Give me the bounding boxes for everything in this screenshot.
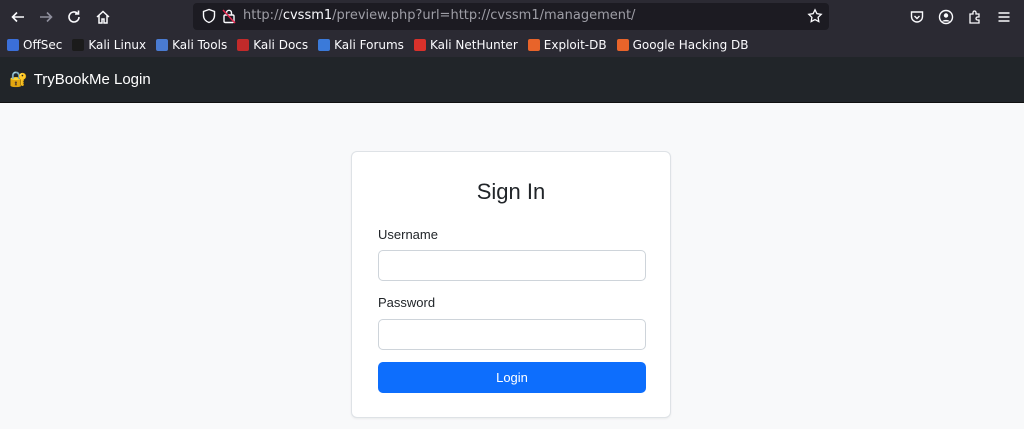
kali-docs-icon	[237, 39, 250, 51]
bookmark-star-icon[interactable]	[807, 8, 823, 24]
kali-forums-icon	[318, 39, 331, 51]
account-icon[interactable]	[935, 6, 957, 28]
browser-toolbar: http://cvssm1/preview.php?url=http://cvs…	[0, 0, 1024, 33]
bookmark-kali-tools[interactable]: Kali Tools	[156, 38, 227, 52]
bookmark-kali-docs[interactable]: Kali Docs	[237, 38, 308, 52]
navbar-brand[interactable]: 🔐 TryBookMe Login	[9, 70, 151, 89]
brand-title: TryBookMe Login	[33, 70, 151, 88]
reload-icon[interactable]	[63, 6, 85, 28]
extensions-icon[interactable]	[964, 6, 986, 28]
app-navbar: 🔐 TryBookMe Login	[0, 57, 1024, 103]
kali-tools-icon	[156, 39, 169, 51]
password-label: Password	[378, 295, 436, 310]
lock-key-icon: 🔐	[9, 71, 28, 88]
bookmark-kali-nethunter[interactable]: Kali NetHunter	[413, 38, 518, 52]
username-label: Username	[378, 227, 438, 242]
login-card: Sign In Username Password Login	[351, 151, 671, 418]
url-bar[interactable]: http://cvssm1/preview.php?url=http://cvs…	[193, 3, 829, 30]
bookmark-kali-forums[interactable]: Kali Forums	[318, 38, 404, 52]
bookmark-kali-linux[interactable]: Kali Linux	[72, 38, 146, 52]
forward-icon[interactable]	[35, 6, 57, 28]
bookmark-exploit-db[interactable]: Exploit-DB	[527, 38, 607, 52]
bookmark-offsec[interactable]: OffSec	[7, 38, 62, 52]
pocket-icon[interactable]	[906, 6, 928, 28]
url-text[interactable]: http://cvssm1/preview.php?url=http://cvs…	[243, 8, 635, 23]
kali-dragon-icon	[72, 39, 85, 51]
card-title: Sign In	[476, 179, 546, 204]
exploit-db-icon	[527, 39, 540, 51]
bookmark-google-hacking-db[interactable]: Google Hacking DB	[616, 38, 749, 52]
nethunter-icon	[413, 39, 426, 51]
insecure-lock-icon[interactable]	[221, 8, 237, 24]
shield-icon[interactable]	[201, 8, 217, 24]
home-icon[interactable]	[92, 6, 114, 28]
menu-icon[interactable]	[993, 6, 1015, 28]
offsec-icon	[7, 39, 19, 51]
back-icon[interactable]	[7, 6, 29, 28]
ghdb-icon	[616, 39, 629, 51]
login-button[interactable]: Login	[378, 362, 646, 393]
username-input[interactable]	[378, 250, 646, 281]
bookmarks-bar: OffSec Kali Linux Kali Tools Kali Docs K…	[0, 33, 1024, 57]
password-input[interactable]	[378, 319, 646, 350]
